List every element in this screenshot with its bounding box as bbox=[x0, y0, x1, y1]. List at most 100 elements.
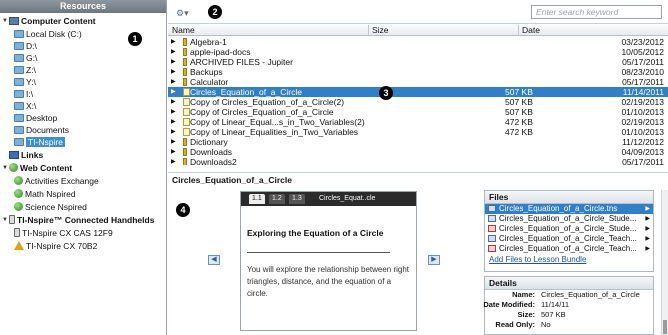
expand-arrow-icon[interactable]: ▶ bbox=[171, 137, 176, 147]
folder-icon bbox=[183, 78, 187, 86]
file-name: Algebra-1 bbox=[190, 37, 227, 47]
file-grid-header: Name Size Date bbox=[168, 25, 668, 36]
file-size: 472 KB bbox=[505, 127, 533, 137]
expand-arrow-icon[interactable]: ▶ bbox=[171, 37, 176, 47]
expand-arrow-icon[interactable]: ▶ bbox=[171, 117, 176, 127]
preview-body: You will explore the relationship betwee… bbox=[247, 265, 410, 298]
prev-page-arrow-icon[interactable]: ◀ bbox=[208, 255, 220, 265]
folder-icon bbox=[14, 78, 24, 86]
resources-header: Resources bbox=[0, 0, 166, 13]
expand-arrow-icon[interactable]: ▶ bbox=[171, 77, 176, 87]
expand-arrow-icon[interactable]: ▼ bbox=[2, 163, 9, 174]
table-row[interactable]: ▶ Backups 08/23/2010 bbox=[168, 67, 668, 77]
expand-arrow-icon[interactable]: ▶ bbox=[171, 107, 176, 117]
col-date-header[interactable]: Date bbox=[522, 25, 540, 36]
vertical-scrollbar[interactable] bbox=[661, 190, 668, 335]
callout-2: 2 bbox=[208, 5, 222, 19]
file-name: Dictionary bbox=[190, 137, 228, 147]
file-item-label: Circles_Equation_of_a_Circle.tns bbox=[499, 204, 618, 213]
scrollbar-thumb[interactable] bbox=[663, 320, 667, 334]
tree-web-content[interactable]: ▼ Web Content bbox=[2, 163, 72, 174]
expand-arrow-icon[interactable]: ▶ bbox=[171, 157, 176, 165]
tree-handheld-item[interactable]: TI-Nspire CX 70B2 bbox=[14, 241, 97, 252]
table-row[interactable]: ▶ Copy of Circles_Equation_of_a_Circle 507… bbox=[168, 107, 668, 117]
expand-arrow-icon[interactable]: ▼ bbox=[2, 215, 9, 226]
tree-drive[interactable]: G:\ bbox=[14, 53, 37, 64]
list-item[interactable]: Circles_Equation_of_a_Circle.tns ▶ bbox=[485, 204, 653, 214]
resources-panel: Resources ▼ Computer Content Local Disk (… bbox=[0, 0, 167, 335]
tree-drive[interactable]: I:\ bbox=[14, 89, 33, 100]
list-item[interactable]: Circles_Equation_of_a_Circle_Teach... ▶ bbox=[485, 244, 653, 254]
folder-icon bbox=[183, 68, 187, 76]
tree-web-item[interactable]: Math Nspired bbox=[14, 189, 76, 200]
tree-computer-content[interactable]: ▼ Computer Content bbox=[2, 16, 96, 27]
table-row[interactable]: ▶ Circles_Equation_of_a_Circle 507 KB 11/14… bbox=[168, 87, 668, 97]
table-row[interactable]: ▶ Copy of Linear_Equalities_in_Two_Variab… bbox=[168, 127, 668, 137]
tree-drive[interactable]: Z:\ bbox=[14, 65, 36, 76]
table-row[interactable]: ▶ Copy of Circles_Equation_of_a_Circle(2)… bbox=[168, 97, 668, 107]
details-list: Name: Circles_Equation_of_a_Circle Date Mo… bbox=[483, 290, 653, 330]
submenu-arrow-icon[interactable]: ▶ bbox=[645, 204, 650, 214]
col-size-header[interactable]: Size bbox=[372, 25, 389, 36]
tree-handheld-item[interactable]: TI-Nspire CX CAS 12F9 bbox=[14, 228, 113, 239]
expand-arrow-icon[interactable]: ▼ bbox=[2, 16, 9, 27]
detail-row: Date Modified: 11/14/11 bbox=[483, 300, 653, 310]
expand-arrow-icon[interactable]: ▶ bbox=[171, 97, 176, 107]
divider bbox=[247, 252, 390, 253]
table-row[interactable]: ▶ Algebra-1 03/23/2012 bbox=[168, 37, 668, 47]
table-row[interactable]: ▶ ARCHIVED FILES - Jupiter 05/17/2011 bbox=[168, 57, 668, 67]
expand-arrow-icon[interactable]: ▶ bbox=[171, 67, 176, 77]
folder-icon bbox=[183, 158, 187, 165]
computer-icon bbox=[9, 17, 19, 25]
file-name: Copy of Linear_Equal...s_in_Two_Variable… bbox=[190, 117, 365, 127]
submenu-arrow-icon[interactable]: ▶ bbox=[645, 234, 650, 244]
detail-value: Circles_Equation_of_a_Circle bbox=[541, 290, 640, 299]
file-date: 05/17/2011 bbox=[622, 77, 664, 87]
preview-tab[interactable]: 1.3 bbox=[289, 194, 305, 204]
tree-handhelds[interactable]: ▼ TI-Nspire™ Connected Handhelds bbox=[2, 215, 154, 226]
tree-drive[interactable]: X:\ bbox=[14, 101, 36, 112]
expand-arrow-icon[interactable]: ▶ bbox=[171, 147, 176, 157]
table-row[interactable]: ▶ Copy of Linear_Equal...s_in_Two_Variabl… bbox=[168, 117, 668, 127]
submenu-arrow-icon[interactable]: ▶ bbox=[645, 214, 650, 224]
details-panel: Details Name: Circles_Equation_of_a_Circl… bbox=[483, 276, 654, 335]
expand-arrow-icon[interactable]: ▶ bbox=[171, 47, 176, 57]
list-item[interactable]: Circles_Equation_of_a_Circle_Stude... ▶ bbox=[485, 214, 653, 224]
tree-drive[interactable]: Local Disk (C:) bbox=[14, 29, 82, 40]
file-name: ARCHIVED FILES - Jupiter bbox=[190, 57, 293, 67]
documents-icon bbox=[14, 126, 24, 134]
table-row[interactable]: ▶ Calculator 05/17/2011 bbox=[168, 77, 668, 87]
table-row[interactable]: ▶ apple-ipad-docs 10/05/2012 bbox=[168, 47, 668, 57]
tree-web-item[interactable]: Science Nspired bbox=[14, 202, 87, 213]
file-date: 03/23/2012 bbox=[621, 37, 664, 47]
preview-title: Circles_Equation_of_a_Circle bbox=[168, 172, 668, 186]
tree-links[interactable]: Links bbox=[2, 150, 43, 161]
expand-arrow-icon[interactable]: ▶ bbox=[171, 57, 176, 67]
tree-web-item[interactable]: Activities Exchange bbox=[14, 176, 99, 187]
expand-arrow-icon[interactable]: ▶ bbox=[171, 127, 176, 137]
add-files-link[interactable]: Add Files to Lesson Bundle bbox=[485, 254, 653, 265]
tree-documents[interactable]: Documents bbox=[14, 125, 69, 136]
col-name-header[interactable]: Name bbox=[172, 25, 195, 36]
preview-tab[interactable]: 1.1 bbox=[249, 194, 265, 204]
tree-drive[interactable]: Y:\ bbox=[14, 77, 36, 88]
tree-ti-nspire[interactable]: TI-Nspire bbox=[14, 137, 65, 148]
table-row[interactable]: ▶ Downloads 04/09/2013 bbox=[168, 147, 668, 157]
list-item[interactable]: Circles_Equation_of_a_Circle_Stude... ▶ bbox=[485, 224, 653, 234]
desktop-icon bbox=[14, 114, 24, 122]
tree-desktop[interactable]: Desktop bbox=[14, 113, 57, 124]
table-row[interactable]: ▶ Downloads2 05/17/2011 bbox=[168, 157, 668, 165]
search-input[interactable]: Enter search keyword bbox=[531, 5, 662, 19]
gear-icon[interactable]: ⚙▾ bbox=[176, 8, 189, 19]
submenu-arrow-icon[interactable]: ▶ bbox=[645, 244, 650, 254]
list-item[interactable]: Circles_Equation_of_a_Circle_Teach... ▶ bbox=[485, 234, 653, 244]
callout-4: 4 bbox=[176, 203, 190, 217]
preview-tab[interactable]: 1.2 bbox=[269, 194, 285, 204]
globe-icon bbox=[14, 189, 23, 198]
file-name: Copy of Circles_Equation_of_a_Circle bbox=[190, 107, 334, 117]
table-row[interactable]: ▶ Dictionary 11/12/2012 bbox=[168, 137, 668, 147]
expand-arrow-icon[interactable]: ▶ bbox=[171, 87, 176, 97]
next-page-arrow-icon[interactable]: ▶ bbox=[428, 255, 440, 265]
tree-drive[interactable]: D:\ bbox=[14, 41, 37, 52]
submenu-arrow-icon[interactable]: ▶ bbox=[645, 224, 650, 234]
